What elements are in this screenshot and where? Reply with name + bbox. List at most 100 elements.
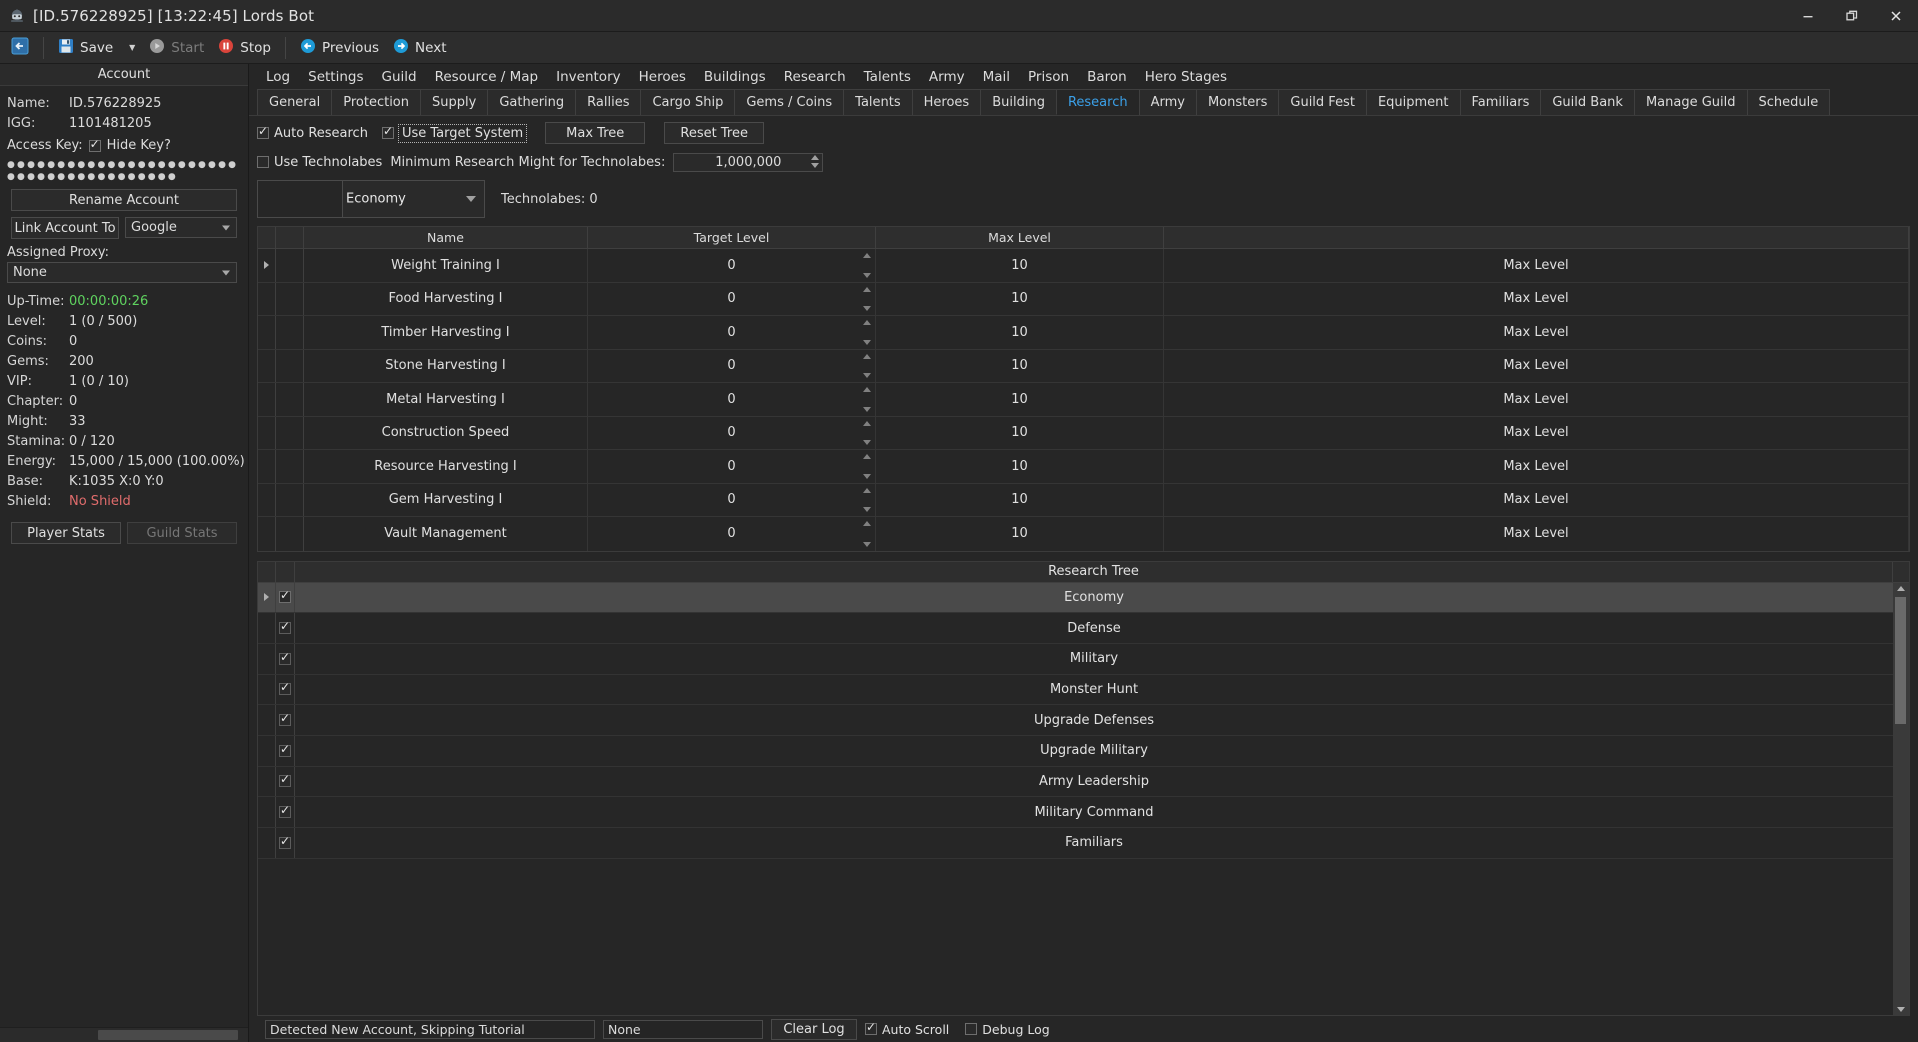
start-button[interactable]: Start	[142, 35, 211, 61]
cell-target-level[interactable]: 0	[588, 316, 876, 349]
table-row[interactable]: Construction Speed 0 10 Max Level	[258, 416, 1909, 450]
menu-item-army[interactable]: Army	[920, 66, 974, 88]
tab-talents[interactable]: Talents	[843, 89, 913, 115]
list-item[interactable]: Economy	[258, 582, 1893, 614]
row-checkbox-cell[interactable]	[276, 674, 295, 705]
chevron-up-icon[interactable]	[863, 521, 871, 526]
list-item[interactable]: Army Leadership	[258, 766, 1893, 798]
row-checkbox-cell[interactable]	[276, 705, 295, 735]
save-button[interactable]: Save	[51, 35, 120, 61]
menu-item-hero-stages[interactable]: Hero Stages	[1136, 66, 1236, 88]
auto-research-checkbox-group[interactable]: Auto Research	[257, 124, 368, 141]
chevron-up-icon[interactable]	[863, 487, 871, 493]
row-checkbox-cell[interactable]	[276, 828, 295, 858]
grid-header-target-level[interactable]: Target Level	[588, 227, 876, 248]
link-account-button[interactable]: Link Account To	[11, 217, 119, 239]
row-checkbox-cell[interactable]	[276, 766, 295, 797]
row-select[interactable]	[276, 349, 304, 382]
row-select[interactable]	[276, 450, 304, 483]
use-target-system-checkbox-group[interactable]: Use Target System	[381, 123, 528, 143]
tree-row-checkbox[interactable]	[279, 650, 291, 665]
target-level-stepper[interactable]	[863, 420, 871, 445]
chevron-down-icon[interactable]	[863, 272, 871, 278]
table-row[interactable]: Timber Harvesting I 0 10 Max Level	[258, 316, 1909, 350]
chevron-up-icon[interactable]	[811, 154, 820, 160]
chevron-up-icon[interactable]	[863, 387, 871, 392]
chevron-down-icon[interactable]	[863, 440, 871, 445]
tab-heroes[interactable]: Heroes	[911, 89, 982, 115]
target-level-stepper[interactable]	[863, 253, 871, 278]
tab-guild-fest[interactable]: Guild Fest	[1278, 89, 1367, 115]
menu-item-resource-map[interactable]: Resource / Map	[426, 66, 548, 88]
row-checkbox-cell[interactable]	[276, 613, 295, 643]
grid-header-status[interactable]	[1164, 227, 1909, 248]
debug-log-checkbox-group[interactable]: Debug Log	[965, 1022, 1050, 1037]
auto-scroll-checkbox[interactable]	[865, 1020, 877, 1035]
reset-tree-button[interactable]: Reset Tree	[664, 122, 765, 144]
cell-target-level[interactable]: 0	[588, 349, 876, 382]
tab-manage-guild[interactable]: Manage Guild	[1633, 89, 1748, 115]
debug-log-checkbox[interactable]	[965, 1023, 978, 1035]
row-select[interactable]	[276, 517, 304, 551]
list-item[interactable]: Familiars	[258, 828, 1893, 859]
tree-row-checkbox[interactable]	[279, 803, 291, 819]
scrollbar-thumb[interactable]	[1895, 596, 1906, 724]
menu-item-research[interactable]: Research	[775, 66, 855, 88]
menu-item-buildings[interactable]: Buildings	[695, 66, 775, 88]
log-message-field[interactable]: Detected New Account, Skipping Tutorial	[265, 1019, 595, 1039]
auto-research-checkbox[interactable]	[257, 124, 269, 139]
list-item[interactable]: Monster Hunt	[258, 674, 1893, 706]
chevron-up-icon[interactable]	[863, 454, 871, 459]
menu-item-talents[interactable]: Talents	[855, 66, 920, 88]
next-button[interactable]: Next	[386, 35, 453, 61]
chevron-down-icon[interactable]	[863, 406, 871, 412]
cell-target-level[interactable]: 0	[588, 383, 876, 416]
list-item[interactable]: Upgrade Military	[258, 735, 1893, 767]
assigned-proxy-select[interactable]: None	[7, 262, 237, 283]
chevron-down-icon[interactable]	[811, 162, 820, 168]
scroll-up-icon[interactable]	[1897, 585, 1905, 591]
menu-item-heroes[interactable]: Heroes	[630, 66, 695, 88]
menu-item-log[interactable]: Log	[257, 66, 299, 88]
tab-cargo-ship[interactable]: Cargo Ship	[640, 89, 736, 115]
tree-row-checkbox[interactable]	[279, 588, 291, 604]
chevron-up-icon[interactable]	[863, 286, 871, 292]
cell-target-level[interactable]: 0	[588, 450, 876, 483]
row-checkbox-cell[interactable]	[276, 643, 295, 674]
cell-target-level[interactable]: 0	[588, 416, 876, 449]
chevron-down-icon[interactable]	[863, 541, 871, 547]
table-row[interactable]: Metal Harvesting I 0 10 Max Level	[258, 383, 1909, 417]
close-button[interactable]	[1874, 0, 1918, 32]
save-dropdown-button[interactable]: ▼	[120, 40, 142, 55]
use-target-system-checkbox[interactable]	[381, 124, 394, 139]
row-select[interactable]	[276, 416, 304, 449]
link-provider-select[interactable]: Google	[125, 217, 237, 238]
target-level-stepper[interactable]	[863, 487, 871, 512]
menu-item-inventory[interactable]: Inventory	[547, 66, 629, 88]
tab-research[interactable]: Research	[1055, 89, 1140, 115]
tab-monsters[interactable]: Monsters	[1195, 89, 1280, 115]
clear-log-button[interactable]: Clear Log	[771, 1018, 857, 1040]
chevron-down-icon[interactable]	[863, 507, 871, 512]
row-select[interactable]	[276, 249, 304, 282]
target-level-stepper[interactable]	[863, 353, 871, 378]
chevron-down-icon[interactable]	[863, 306, 871, 311]
table-row[interactable]: Vault Management 0 10 Max Level	[258, 517, 1909, 551]
minimize-button[interactable]	[1786, 0, 1830, 32]
player-stats-button[interactable]: Player Stats	[11, 522, 121, 544]
tab-rallies[interactable]: Rallies	[575, 89, 642, 115]
cell-target-level[interactable]: 0	[588, 483, 876, 516]
research-category-select[interactable]: Economy	[257, 180, 485, 218]
row-select[interactable]	[276, 483, 304, 516]
rename-account-button[interactable]: Rename Account	[11, 189, 237, 211]
tab-schedule[interactable]: Schedule	[1746, 89, 1831, 115]
maximize-button[interactable]	[1830, 0, 1874, 32]
chevron-down-icon[interactable]	[863, 373, 871, 378]
target-level-stepper[interactable]	[863, 387, 871, 412]
use-technolabes-checkbox[interactable]	[257, 156, 269, 168]
secondary-status-field[interactable]: None	[603, 1019, 763, 1039]
tree-vertical-scrollbar[interactable]	[1893, 582, 1909, 1015]
list-item[interactable]: Military Command	[258, 797, 1893, 828]
tree-row-checkbox[interactable]	[279, 619, 291, 635]
tab-building[interactable]: Building	[980, 89, 1057, 115]
